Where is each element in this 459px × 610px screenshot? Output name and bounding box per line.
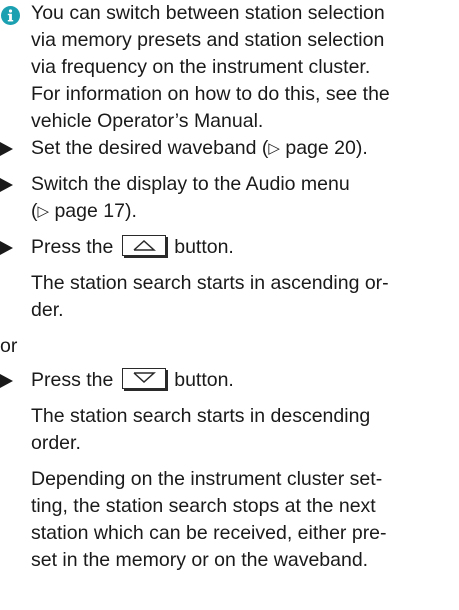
seek-down-icon	[133, 372, 156, 384]
page-ref-icon: ▷	[37, 203, 50, 220]
result-line: der.	[31, 299, 64, 321]
seek-down-button	[121, 368, 166, 389]
info-note-line: You can switch between station selection	[31, 2, 385, 24]
or-label: or	[0, 335, 18, 357]
result-line: The station search starts in ascending o…	[31, 272, 389, 294]
note-line: ting, the station search stops at the ne…	[31, 495, 376, 517]
step-text-line: Switch the display to the Audio menu	[31, 173, 350, 195]
search-note-text: Depending on the instrument cluster set-…	[31, 466, 455, 574]
info-note-line: via frequency on the instrument cluster.	[31, 56, 371, 78]
step-text-pre: Set the desired waveband (	[31, 137, 269, 159]
step-text: Set the desired waveband (▷ page 20).	[31, 135, 455, 162]
step-text-pre: Press the	[31, 369, 114, 391]
step-text-pre: Press the	[31, 236, 114, 258]
info-note-line: via memory presets and station selection	[31, 29, 385, 51]
or-separator: or	[0, 333, 455, 360]
note-line: set in the memory or on the waveband.	[31, 549, 369, 571]
bullet-arrow-icon	[0, 135, 14, 162]
note-line: station which can be received, either pr…	[31, 522, 387, 544]
seek-up-button	[121, 235, 166, 256]
step-text: Press the button.	[31, 367, 455, 394]
step-result: The station search starts in descending …	[31, 403, 455, 457]
result-line: The station search starts in descending	[31, 405, 371, 427]
result-line: order.	[31, 432, 81, 454]
info-icon	[1, 6, 20, 25]
info-note-line: vehicle Operator’s Manual.	[31, 110, 264, 132]
bullet-arrow-icon	[0, 367, 14, 394]
info-note-text: You can switch between station selection…	[31, 0, 455, 135]
page-ref-link[interactable]: page 17).	[49, 200, 136, 222]
note-line: Depending on the instrument cluster set-	[31, 468, 383, 490]
page-ref-link[interactable]: page 20).	[280, 137, 367, 159]
step-text: Press the button.	[31, 234, 455, 261]
info-note-line: For information on how to do this, see t…	[31, 83, 390, 105]
step-result: The station search starts in ascending o…	[31, 270, 455, 324]
bullet-arrow-icon	[0, 171, 14, 198]
bullet-arrow-icon	[0, 234, 14, 261]
step-text: Switch the display to the Audio menu (▷ …	[31, 171, 455, 225]
seek-up-icon	[133, 239, 156, 251]
manual-page: You can switch between station selection…	[0, 0, 459, 610]
step-text-post: button.	[174, 236, 234, 258]
page-ref-icon: ▷	[268, 140, 280, 157]
step-text-post: button.	[174, 369, 234, 391]
